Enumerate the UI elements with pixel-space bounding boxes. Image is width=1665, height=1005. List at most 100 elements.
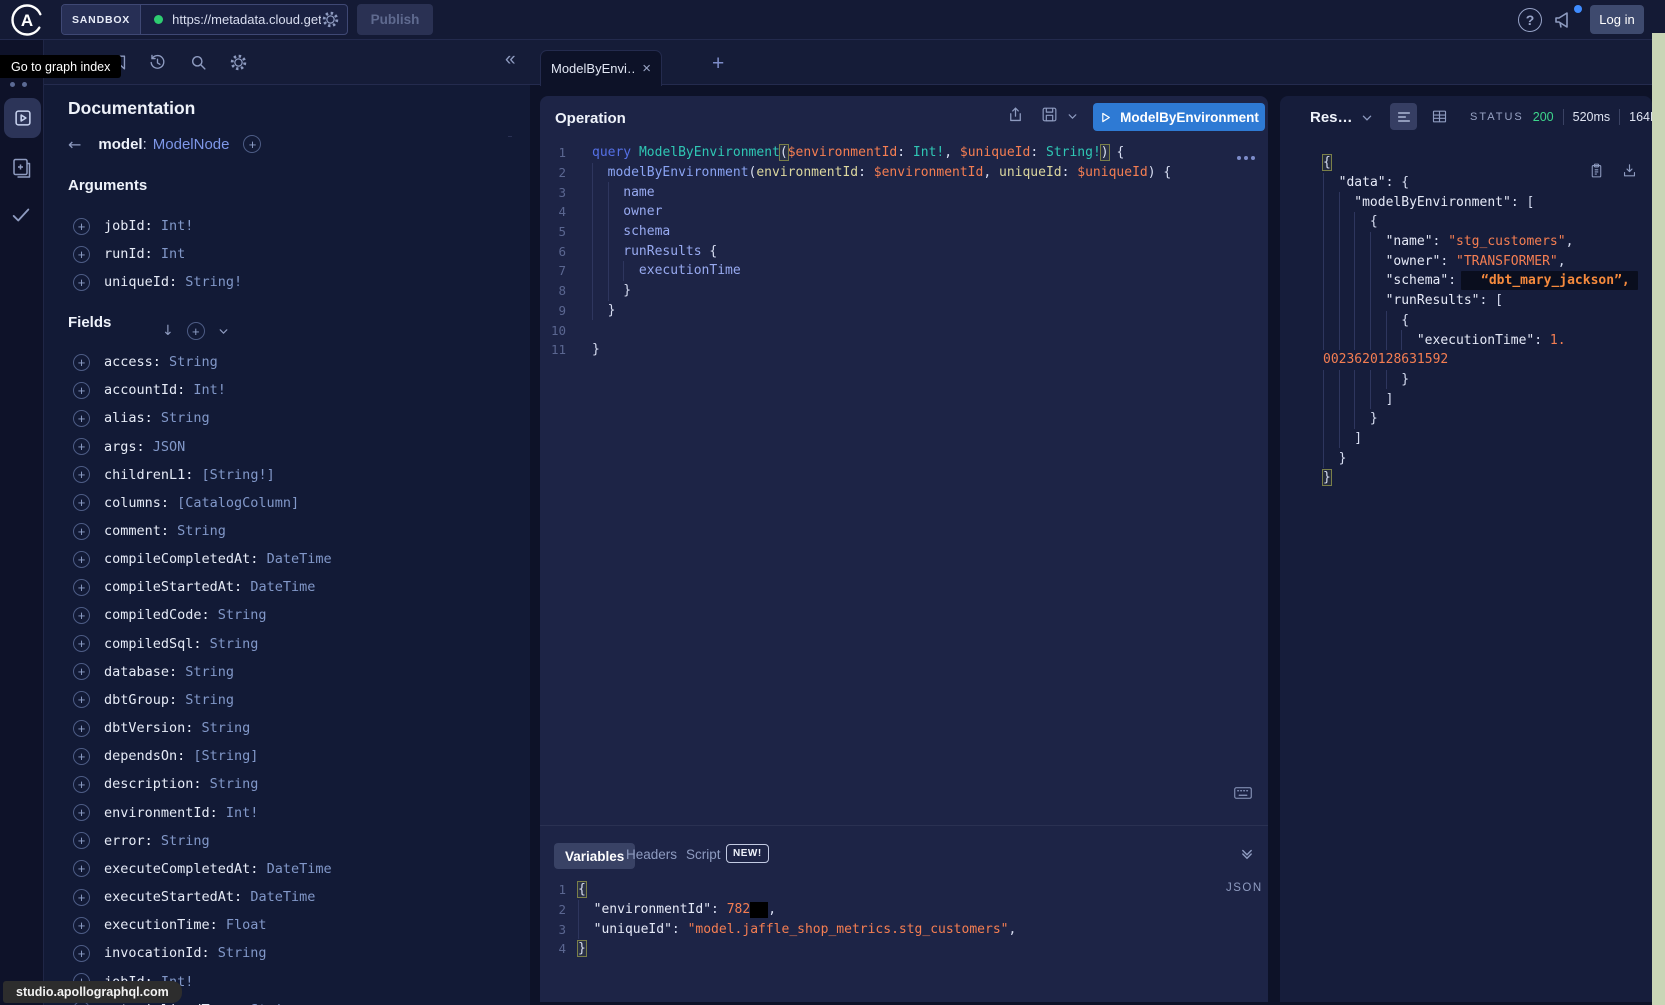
argument-row[interactable]: +runId: Int [68,240,508,268]
add-field-icon[interactable]: + [73,832,90,849]
add-field-icon[interactable]: + [73,438,90,455]
field-type[interactable]: [CatalogColumn] [177,495,299,511]
argument-type[interactable]: String! [185,274,242,290]
login-button[interactable]: Log in [1590,5,1644,34]
share-icon[interactable] [1006,105,1025,124]
field-type[interactable]: String [210,636,259,652]
field-type[interactable]: String [169,354,218,370]
argument-row[interactable]: +jobId: Int! [68,212,508,240]
endpoint-settings-gear-icon[interactable] [321,10,340,29]
help-icon[interactable]: ? [1518,8,1542,32]
chevron-down-icon[interactable] [218,326,229,337]
explorer-nav-button[interactable] [4,98,41,138]
field-row[interactable]: +compiledSql: String [68,630,508,658]
field-type[interactable]: DateTime [250,579,315,595]
field-row[interactable]: +compiledCode: String [68,601,508,629]
history-icon[interactable] [148,53,167,72]
add-field-icon[interactable]: + [73,607,90,624]
run-operation-button[interactable]: ModelByEnvironment [1093,103,1265,131]
field-type[interactable]: String [185,664,234,680]
field-row[interactable]: +childrenL1: [String!] [68,461,508,489]
field-type[interactable]: String [218,607,267,623]
save-options-chevron-icon[interactable] [1067,111,1078,122]
response-json-viewer[interactable]: {"data": {"modelByEnvironment": [{"name"… [1323,153,1649,488]
field-row[interactable]: +compileCompletedAt: DateTime [68,545,508,573]
add-field-icon[interactable]: + [73,410,90,427]
operation-tab[interactable]: ModelByEnvi… × [540,50,662,86]
keyboard-shortcuts-icon[interactable] [1234,786,1252,800]
field-type[interactable]: DateTime [250,889,315,905]
add-field-icon[interactable]: + [73,860,90,877]
response-view-table-icon[interactable] [1426,103,1453,130]
field-row[interactable]: +columns: [CatalogColumn] [68,489,508,517]
add-field-icon[interactable]: + [73,579,90,596]
tab-variables[interactable]: Variables [554,843,635,869]
announcements-megaphone-icon[interactable] [1552,8,1576,32]
field-type[interactable]: [String!] [202,467,275,483]
field-type[interactable]: String [218,945,267,961]
add-field-icon[interactable]: + [73,804,90,821]
argument-type[interactable]: Int [161,246,185,262]
save-icon[interactable] [1040,105,1059,124]
field-row[interactable]: +executionTime: Float [68,911,508,939]
field-type[interactable]: [String] [193,748,258,764]
add-field-icon[interactable]: + [73,246,90,263]
add-field-icon[interactable]: + [73,218,90,235]
add-field-icon[interactable]: + [73,917,90,934]
field-type[interactable]: String [210,776,259,792]
checklist-icon[interactable] [9,204,33,226]
collapse-variables-icon[interactable] [1240,847,1254,861]
field-row[interactable]: +dependsOn: [String] [68,742,508,770]
field-row[interactable]: +dbtGroup: String [68,686,508,714]
operation-menu-dots-icon[interactable] [1237,156,1255,160]
new-tab-icon[interactable]: + [712,52,724,76]
collapse-panel-icon[interactable]: « [505,49,514,71]
field-type[interactable]: DateTime [267,551,332,567]
field-type[interactable]: String [177,523,226,539]
sort-fields-icon[interactable]: ↓ [162,323,174,339]
field-row[interactable]: +compileStartedAt: DateTime [68,573,508,601]
add-field-icon[interactable]: + [73,945,90,962]
field-row[interactable]: +alias: String [68,404,508,432]
tab-close-icon[interactable]: × [642,61,651,76]
add-field-icon[interactable]: + [73,691,90,708]
operation-editor[interactable]: 1query ModelByEnvironment($environmentId… [540,143,1268,360]
field-type[interactable]: Int! [226,805,259,821]
field-type[interactable]: String [185,692,234,708]
argument-type[interactable]: Int! [161,218,194,234]
publish-button[interactable]: Publish [357,4,433,35]
field-type[interactable]: String [161,410,210,426]
tab-script[interactable]: Script [686,847,721,862]
field-row[interactable]: +executeCompletedAt: DateTime [68,855,508,883]
add-field-icon[interactable]: + [73,466,90,483]
field-row[interactable]: +dbtVersion: String [68,714,508,742]
field-type[interactable]: Int! [193,382,226,398]
field-row[interactable]: +description: String [68,770,508,798]
field-row[interactable]: +database: String [68,658,508,686]
field-type[interactable]: String [161,833,210,849]
field-row[interactable]: +environmentId: Int! [68,799,508,827]
apollo-logo-icon[interactable]: A [10,3,44,37]
argument-row[interactable]: +uniqueId: String! [68,268,508,296]
add-field-icon[interactable]: + [73,523,90,540]
back-arrow-icon[interactable]: ← [68,135,81,154]
schema-pages-icon[interactable] [10,156,34,180]
field-type[interactable]: String [202,720,251,736]
add-field-icon[interactable]: + [73,354,90,371]
field-row[interactable]: +error: String [68,827,508,855]
add-field-icon[interactable]: + [73,663,90,680]
field-type[interactable]: JSON [153,439,186,455]
add-all-fields-icon[interactable]: + [187,322,205,340]
field-type[interactable]: Float [226,917,267,933]
add-field-icon[interactable]: + [73,635,90,652]
add-field-icon[interactable]: + [73,748,90,765]
tab-headers[interactable]: Headers [626,847,677,862]
field-row[interactable]: +comment: String [68,517,508,545]
add-field-icon[interactable]: + [73,889,90,906]
add-type-icon[interactable]: + [243,135,261,153]
field-row[interactable]: +access: String [68,348,508,376]
add-field-icon[interactable]: + [73,551,90,568]
add-field-icon[interactable]: + [73,274,90,291]
add-field-icon[interactable]: + [73,776,90,793]
endpoint-url[interactable]: https://metadata.cloud.get [172,12,321,27]
